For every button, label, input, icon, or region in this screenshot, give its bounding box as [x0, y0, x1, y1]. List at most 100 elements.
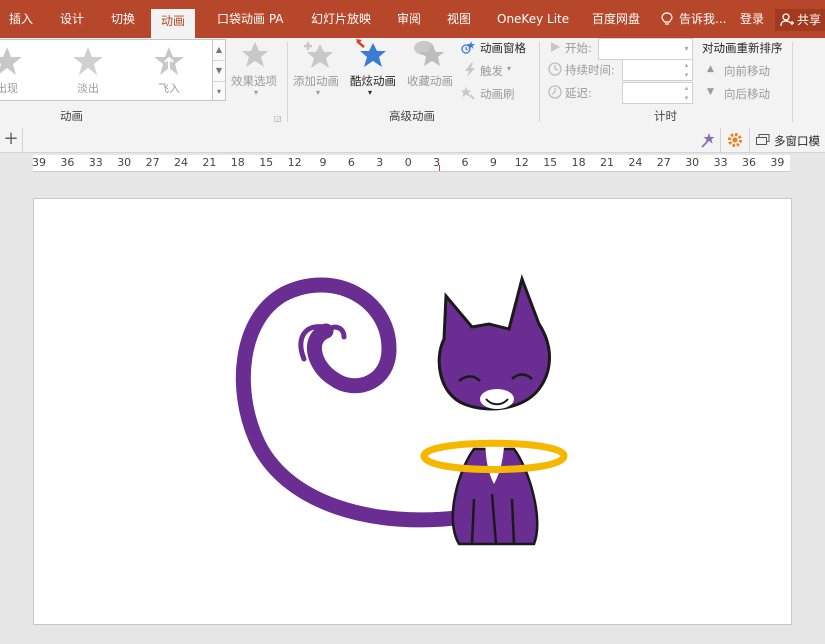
- clock-icon: [548, 62, 562, 76]
- ruler-tick: 9: [489, 156, 497, 169]
- group-label-animation: 动画: [60, 109, 83, 123]
- group-separator: [792, 42, 793, 122]
- ruler-tick: 3: [433, 156, 441, 169]
- fly-in-star-icon: [154, 47, 184, 75]
- ruler-tick: 21: [202, 156, 217, 169]
- cat-muzzle: [480, 389, 514, 409]
- ruler-tick: 9: [319, 156, 327, 169]
- move-later-button[interactable]: 向后移动: [724, 86, 770, 102]
- ribbon-panel: 出现 淡出 飞入 ▲ ▼ ▾ 效果选项 ▾ 动画 ◲ 添加动画 ▾ 酷炫动画 ▾…: [0, 38, 825, 129]
- tab-transitions[interactable]: 切换: [111, 0, 135, 38]
- ruler-tick: 12: [287, 156, 302, 169]
- tab-onekey[interactable]: OneKey Lite: [497, 0, 569, 38]
- ruler-tick: 15: [543, 156, 558, 169]
- gallery-label: 出现: [0, 82, 18, 95]
- group-separator: [539, 42, 540, 122]
- spinner-icon[interactable]: ▴ ▾: [681, 83, 692, 103]
- tab-review[interactable]: 审阅: [397, 0, 421, 38]
- ribbon-tab-bar: 插入 设计 切换 动画 口袋动画 PA 幻灯片放映 审阅 视图 OneKey L…: [0, 0, 825, 38]
- arrow-down-icon: ▼: [707, 87, 714, 97]
- ruler-tick: 12: [514, 156, 529, 169]
- tab-animations[interactable]: 动画: [151, 9, 196, 38]
- animation-pane-button[interactable]: 动画窗格: [480, 40, 526, 56]
- gallery-label: 淡出: [77, 82, 99, 95]
- share-label: 共享: [797, 13, 822, 27]
- multi-window-icon: [756, 134, 770, 145]
- gallery-more-icon[interactable]: ▾: [213, 82, 225, 102]
- cool-animation-icon[interactable]: [355, 38, 389, 70]
- add-animation-icon[interactable]: [302, 40, 334, 70]
- gear-icon[interactable]: [727, 132, 743, 148]
- multi-window-button[interactable]: 多窗口模: [774, 133, 820, 149]
- ruler-tick: 24: [628, 156, 643, 169]
- tab-pocket-animation[interactable]: 口袋动画 PA: [217, 0, 284, 38]
- toolbar-separator: [749, 128, 750, 152]
- chevron-down-icon: ▾: [507, 64, 512, 73]
- tab-baidu[interactable]: 百度网盘: [592, 0, 640, 38]
- animation-gallery: 出现 淡出 飞入: [0, 39, 213, 101]
- scroll-up-icon[interactable]: ▲: [213, 40, 225, 61]
- share-button[interactable]: 共享: [775, 9, 825, 31]
- cat-tail: [235, 277, 472, 528]
- chevron-down-icon: ▾: [254, 88, 259, 97]
- dialog-launcher-icon[interactable]: ◲: [274, 114, 282, 123]
- tab-view[interactable]: 视图: [447, 0, 471, 38]
- horizontal-ruler[interactable]: 39 36 33 30 27 24 21 18 15 12 9 6 3 0 3 6 9 12 15 18 21 24 27 3…: [32, 155, 790, 172]
- animation-painter-button[interactable]: 动画刷: [480, 86, 515, 102]
- chevron-down-icon: ▾: [684, 44, 689, 53]
- fade-star-icon: [73, 47, 103, 75]
- animation-painter-icon: [461, 87, 475, 100]
- ruler-tick: 30: [117, 156, 132, 169]
- favorite-animation-button[interactable]: 收藏动画: [407, 73, 453, 89]
- delay-input[interactable]: ▴ ▾: [622, 82, 693, 104]
- move-earlier-button[interactable]: 向前移动: [724, 63, 770, 79]
- trigger-button[interactable]: 触发: [480, 63, 503, 79]
- start-dropdown[interactable]: ▾: [598, 38, 693, 60]
- effect-options-icon[interactable]: [240, 40, 270, 70]
- animation-pane-icon: [461, 41, 475, 54]
- favorite-animation-icon[interactable]: [412, 38, 446, 70]
- magic-wand-icon[interactable]: [700, 132, 716, 148]
- tab-design[interactable]: 设计: [60, 0, 84, 38]
- add-icon[interactable]: +: [0, 128, 23, 152]
- ruler-tick: 39: [32, 156, 46, 169]
- ruler-tick: 15: [259, 156, 274, 169]
- cool-animation-button[interactable]: 酷炫动画: [350, 73, 396, 89]
- group-separator: [287, 42, 288, 122]
- slide-canvas[interactable]: [33, 198, 792, 625]
- chevron-down-icon: ▾: [316, 88, 321, 97]
- spinner-icon[interactable]: ▴ ▾: [681, 60, 692, 80]
- duration-input[interactable]: ▴ ▾: [622, 59, 693, 81]
- tab-insert[interactable]: 插入: [9, 0, 33, 38]
- group-label-timing: 计时: [654, 109, 677, 123]
- ruler-cursor-marker: [439, 165, 440, 171]
- lightbulb-icon: [661, 12, 673, 25]
- ruler-tick: 18: [571, 156, 586, 169]
- ruler-tick: 33: [713, 156, 728, 169]
- effect-options-button[interactable]: 效果选项: [231, 73, 277, 89]
- login-link[interactable]: 登录: [740, 0, 764, 38]
- ruler-tick: 0: [404, 156, 412, 169]
- play-icon: [551, 42, 560, 52]
- ruler-tick: 36: [742, 156, 756, 169]
- gallery-label: 飞入: [158, 82, 180, 95]
- ruler-tick: 33: [88, 156, 103, 169]
- cat-illustration[interactable]: [34, 199, 791, 624]
- tell-me-search[interactable]: 告诉我...: [679, 0, 726, 38]
- gallery-item-fly-in[interactable]: 飞入: [144, 44, 194, 96]
- ruler-tick: 30: [685, 156, 700, 169]
- delay-label: 延迟:: [565, 86, 592, 100]
- tab-slideshow[interactable]: 幻灯片放映: [311, 0, 371, 38]
- appear-star-icon: [0, 47, 22, 75]
- ruler-tick: 27: [656, 156, 671, 169]
- gallery-item-appear[interactable]: 出现: [0, 44, 32, 96]
- add-animation-button[interactable]: 添加动画: [293, 73, 339, 89]
- scroll-down-icon[interactable]: ▼: [213, 61, 225, 82]
- ruler-tick: 6: [347, 156, 355, 169]
- start-label: 开始:: [565, 41, 592, 55]
- toolbar-separator: [720, 128, 721, 152]
- gallery-scroll[interactable]: ▲ ▼ ▾: [212, 39, 226, 101]
- reorder-title: 对动画重新排序: [702, 41, 783, 55]
- gallery-item-fade[interactable]: 淡出: [63, 44, 113, 96]
- ruler-tick: 36: [60, 156, 75, 169]
